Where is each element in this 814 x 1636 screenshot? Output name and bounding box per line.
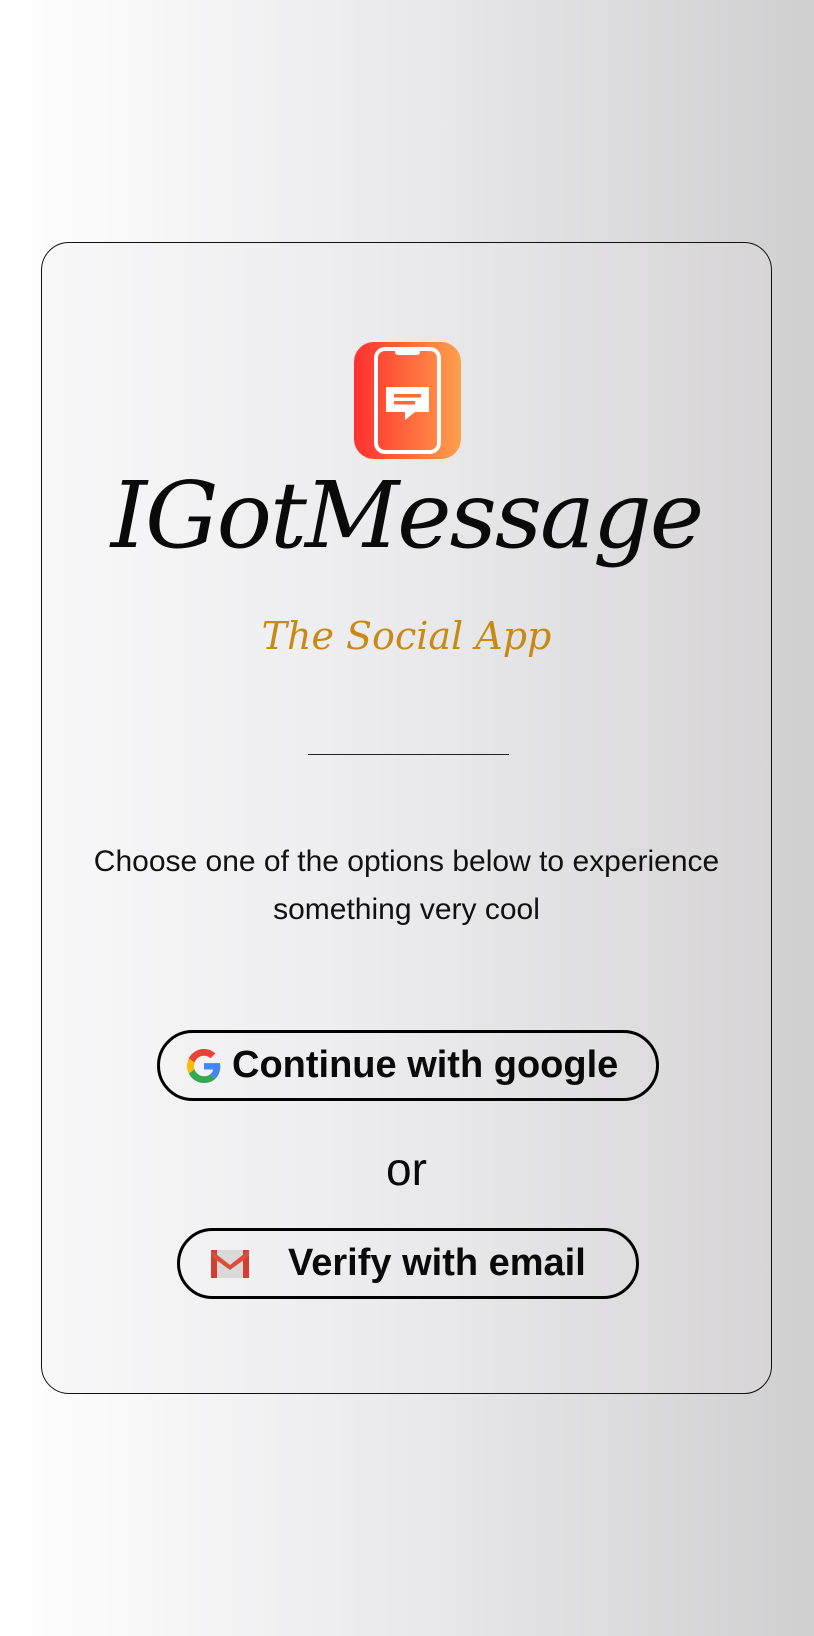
login-card: IGotMessage The Social App Choose one of… [41, 242, 772, 1394]
continue-with-google-button[interactable]: Continue with google [157, 1030, 659, 1101]
phone-chat-icon [354, 342, 461, 459]
app-subtitle: The Social App [261, 614, 552, 658]
app-title: IGotMessage [110, 462, 704, 569]
gmail-icon [208, 1246, 252, 1282]
email-button-label: Verify with email [288, 1242, 586, 1284]
divider [308, 754, 509, 755]
verify-with-email-button[interactable]: Verify with email [177, 1228, 639, 1299]
google-button-label: Continue with google [232, 1044, 619, 1086]
google-icon [186, 1048, 222, 1084]
instructions-text: Choose one of the options below to exper… [93, 845, 720, 926]
or-separator: or [386, 1143, 427, 1195]
